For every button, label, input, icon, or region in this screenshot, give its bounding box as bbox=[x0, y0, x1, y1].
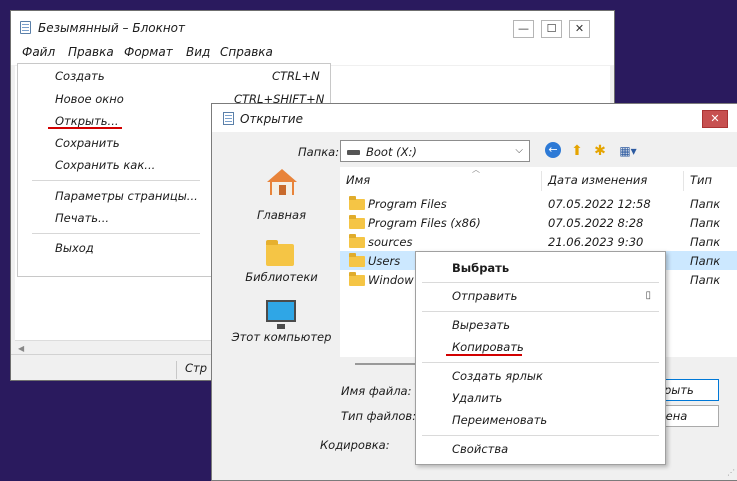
place-home-label: Главная bbox=[256, 208, 307, 222]
context-menu: Выбрать Отправить ▯ Вырезать Копировать … bbox=[415, 251, 666, 465]
menu-separator bbox=[32, 233, 200, 234]
drive-icon bbox=[347, 150, 360, 155]
menu-separator bbox=[422, 311, 659, 312]
places-bar: Главная Библиотеки Этот компьютер bbox=[224, 167, 339, 467]
menu-item-print[interactable]: Печать... bbox=[55, 211, 109, 225]
menu-view[interactable]: Вид bbox=[186, 45, 210, 59]
shortcut-new: CTRL+N bbox=[272, 69, 320, 83]
place-libraries-label: Библиотеки bbox=[245, 270, 318, 284]
column-header-name[interactable]: Имя bbox=[340, 171, 542, 191]
close-button[interactable]: ✕ bbox=[569, 20, 590, 38]
menu-help[interactable]: Справка bbox=[220, 45, 273, 59]
folder-icon bbox=[349, 196, 365, 210]
column-header-type[interactable]: Тип bbox=[684, 171, 737, 191]
menu-edit[interactable]: Правка bbox=[68, 45, 114, 59]
notepad-menubar: Файл Правка Формат Вид Справка bbox=[11, 43, 614, 65]
file-row[interactable]: Program Files 07.05.2022 12:58 Папк bbox=[340, 194, 737, 213]
up-folder-icon[interactable]: ⬆ bbox=[568, 142, 586, 160]
ctx-item-copy[interactable]: Копировать bbox=[452, 340, 524, 354]
scroll-left-icon[interactable]: ◀ bbox=[18, 344, 24, 353]
ctx-item-send-to[interactable]: Отправить bbox=[452, 289, 517, 303]
minimize-button[interactable]: — bbox=[513, 20, 534, 38]
file-date: 07.05.2022 8:28 bbox=[548, 216, 644, 230]
file-row[interactable]: Program Files (x86) 07.05.2022 8:28 Папк bbox=[340, 213, 737, 232]
place-this-pc-label: Этот компьютер bbox=[231, 330, 332, 344]
file-type: Папк bbox=[690, 254, 721, 268]
encoding-label: Кодировка: bbox=[320, 438, 390, 452]
libraries-icon bbox=[266, 240, 294, 266]
menu-format[interactable]: Формат bbox=[124, 45, 173, 59]
dialog-close-button[interactable]: ✕ bbox=[702, 110, 728, 128]
filetype-label: Тип файлов: bbox=[341, 409, 417, 423]
file-name: sources bbox=[368, 235, 413, 249]
notepad-title: Безымянный – Блокнот bbox=[38, 21, 186, 35]
file-type: Папк bbox=[690, 235, 721, 249]
computer-icon bbox=[266, 300, 296, 329]
submenu-arrow-icon: ▯ bbox=[645, 290, 651, 301]
file-type: Папк bbox=[690, 216, 721, 230]
column-header-date[interactable]: Дата изменения bbox=[542, 171, 684, 191]
ctx-item-create-shortcut[interactable]: Создать ярлык bbox=[452, 369, 543, 383]
folder-icon bbox=[349, 253, 365, 267]
folder-icon bbox=[349, 272, 365, 286]
home-icon bbox=[267, 169, 297, 195]
back-icon[interactable]: ← bbox=[545, 142, 563, 160]
ctx-item-delete[interactable]: Удалить bbox=[452, 391, 502, 405]
resize-grip-icon[interactable]: ⋰ bbox=[727, 468, 735, 477]
file-type: Папк bbox=[690, 273, 721, 287]
dialog-titlebar: Открытие ✕ bbox=[212, 104, 737, 132]
copy-underline-mark bbox=[446, 354, 522, 356]
notepad-icon bbox=[20, 21, 31, 34]
menu-separator bbox=[422, 282, 659, 283]
menu-item-open[interactable]: Открыть... bbox=[55, 114, 119, 128]
folder-label: Папка: bbox=[298, 145, 340, 159]
folder-value: Boot (X:) bbox=[366, 145, 417, 159]
place-home[interactable]: Главная bbox=[224, 167, 339, 227]
file-name: Program Files bbox=[368, 197, 447, 211]
file-date: 07.05.2022 12:58 bbox=[548, 197, 651, 211]
ctx-item-select[interactable]: Выбрать bbox=[452, 261, 509, 275]
folder-icon bbox=[349, 234, 365, 248]
filename-label: Имя файла: bbox=[341, 384, 412, 398]
place-this-pc[interactable]: Этот компьютер bbox=[224, 299, 339, 349]
notepad-titlebar: Безымянный – Блокнот — ☐ ✕ bbox=[11, 11, 614, 43]
folder-dropdown[interactable]: Boot (X:) ⌵ bbox=[340, 140, 530, 162]
notepad-icon bbox=[223, 112, 234, 125]
ctx-item-rename[interactable]: Переименовать bbox=[452, 413, 547, 427]
menu-separator bbox=[32, 180, 200, 181]
file-date: 21.06.2023 9:30 bbox=[548, 235, 644, 249]
file-name: Program Files (x86) bbox=[368, 216, 481, 230]
status-line: Стр bbox=[176, 361, 207, 379]
menu-item-page-setup[interactable]: Параметры страницы... bbox=[55, 189, 198, 203]
file-name: Window bbox=[368, 273, 414, 287]
menu-file[interactable]: Файл bbox=[22, 45, 55, 59]
file-row[interactable]: sources 21.06.2023 9:30 Папк bbox=[340, 232, 737, 251]
chevron-down-icon[interactable]: ⌵ bbox=[515, 145, 523, 156]
file-name: Users bbox=[368, 254, 401, 268]
menu-item-save[interactable]: Сохранить bbox=[55, 136, 120, 150]
folder-icon bbox=[349, 215, 365, 229]
ctx-item-cut[interactable]: Вырезать bbox=[452, 318, 510, 332]
menu-item-save-as[interactable]: Сохранить как... bbox=[55, 158, 155, 172]
ctx-item-properties[interactable]: Свойства bbox=[452, 442, 508, 456]
file-type: Папк bbox=[690, 197, 721, 211]
maximize-button[interactable]: ☐ bbox=[541, 20, 562, 38]
open-underline-mark bbox=[48, 127, 122, 129]
menu-separator bbox=[422, 362, 659, 363]
new-folder-icon[interactable]: ✱ bbox=[591, 142, 609, 160]
view-menu-icon[interactable]: ▦▾ bbox=[615, 142, 641, 160]
menu-item-new-window[interactable]: Новое окно bbox=[55, 92, 124, 106]
place-libraries[interactable]: Библиотеки bbox=[224, 240, 339, 290]
menu-item-new[interactable]: Создать bbox=[55, 69, 105, 83]
menu-item-exit[interactable]: Выход bbox=[55, 241, 94, 255]
menu-separator bbox=[422, 435, 659, 436]
dialog-title: Открытие bbox=[240, 112, 303, 126]
